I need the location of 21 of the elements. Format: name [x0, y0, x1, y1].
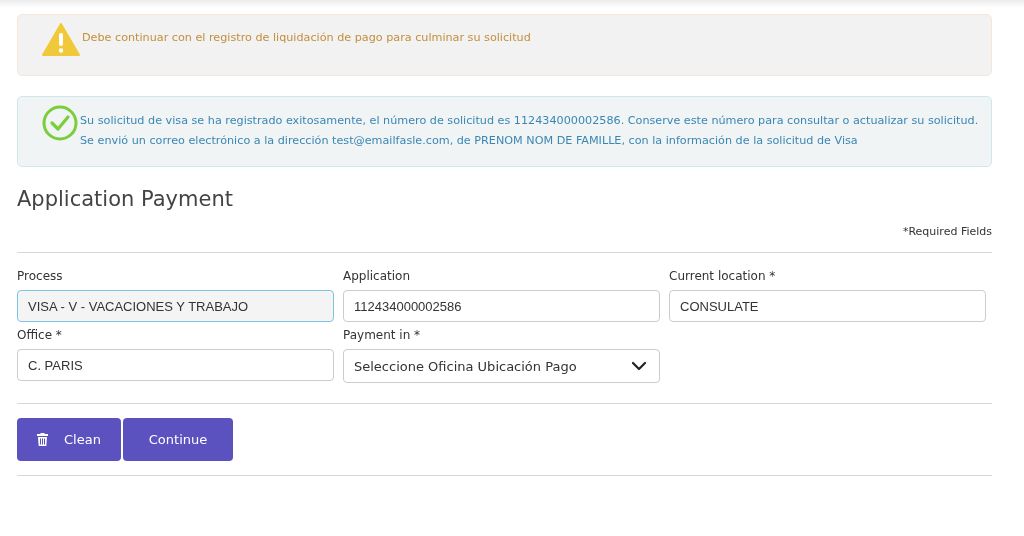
- alert-message: Su solicitud de visa se ha registrado exitosamente, el número de solicitud es 112434000002586. Conserve este número para consultar o actualizar su solicitud.: [80, 113, 979, 129]
- alert-message: Se envió un correo electrónico a la dirección test@emailfasle.com, de PRENOM NOM DE FAMILLE, con la información de la solicitud de Visa: [80, 133, 859, 149]
- field-label: Current location *: [669, 269, 777, 283]
- input-field[interactable]: C. PARIS: [17, 349, 334, 381]
- field-label: Application: [343, 269, 412, 283]
- input-field[interactable]: VISA - V - VACACIONES Y TRABAJO: [17, 290, 334, 322]
- clean-button[interactable]: Clean: [17, 418, 121, 461]
- warning-icon: [42, 22, 80, 58]
- dropdown-field[interactable]: Seleccione Oficina Ubicación Pago: [343, 349, 660, 383]
- alert-message: Debe continuar con el registro de liquidación de pago para culminar su solicitud: [82, 30, 531, 46]
- field-label: Process: [17, 269, 64, 283]
- page-title: Application Payment: [17, 187, 234, 211]
- field-label: Payment in *: [343, 328, 422, 342]
- required-fields-note: *Required Fields: [901, 225, 992, 238]
- check-circle-icon: [42, 105, 78, 141]
- field-label: Office *: [17, 328, 63, 342]
- trash-icon: [37, 433, 49, 446]
- continue-button[interactable]: Continue: [123, 418, 233, 461]
- input-field[interactable]: CONSULATE: [669, 290, 986, 322]
- chevron-down-icon: [631, 361, 647, 371]
- input-field[interactable]: 112434000002586: [343, 290, 660, 322]
